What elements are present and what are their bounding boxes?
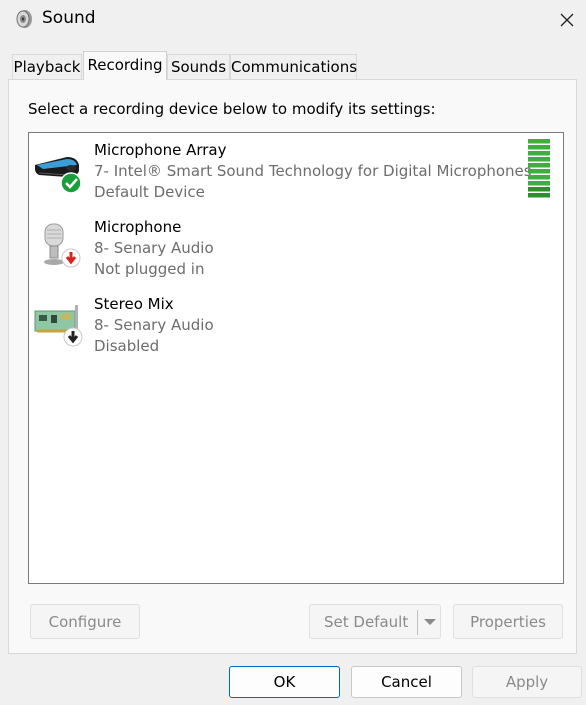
meter-segment [528,157,550,162]
device-description: 8- Senary Audio [94,239,214,257]
title-bar: Sound [0,0,586,40]
apply-button[interactable]: Apply [472,666,582,698]
configure-button[interactable]: Configure [30,604,140,639]
device-microphone-array[interactable]: Microphone Array 7- Intel® Smart Sound T… [29,135,563,205]
microphone-icon [33,220,85,272]
cancel-button[interactable]: Cancel [351,666,462,698]
meter-segment [528,181,550,186]
level-meter [528,139,550,199]
meter-segment [528,169,550,174]
ok-button[interactable]: OK [229,666,340,698]
device-name: Stereo Mix [94,295,174,313]
device-description: 8- Senary Audio [94,316,214,334]
microphone-array-icon [33,143,85,195]
meter-segment [528,145,550,150]
meter-segment [528,193,550,198]
tab-recording[interactable]: Recording [83,51,167,80]
instruction-text: Select a recording device below to modif… [28,100,436,118]
device-name: Microphone [94,218,182,236]
properties-button[interactable]: Properties [453,604,563,639]
device-name: Microphone Array [94,141,227,159]
device-status: Not plugged in [94,260,205,278]
split-divider [417,610,418,635]
tab-playback[interactable]: Playback [12,54,82,79]
tab-communications[interactable]: Communications [230,54,357,79]
speaker-icon [12,8,34,30]
meter-segment [528,151,550,156]
device-list[interactable]: Microphone Array 7- Intel® Smart Sound T… [28,132,564,584]
meter-segment [528,139,550,144]
meter-segment [528,175,550,180]
device-status: Default Device [94,183,205,201]
meter-segment [528,163,550,168]
close-icon [560,13,574,27]
sound-card-icon [33,297,85,349]
tab-sounds[interactable]: Sounds [167,54,230,79]
device-description: 7- Intel® Smart Sound Technology for Dig… [94,162,532,180]
window-title: Sound [42,8,96,28]
chevron-down-icon[interactable] [422,615,438,629]
default-check-badge-icon [60,172,82,194]
device-microphone[interactable]: Microphone 8- Senary Audio Not plugged i… [29,212,563,282]
set-default-button[interactable]: Set Default [309,604,441,639]
close-button[interactable] [548,0,586,40]
recording-panel: Select a recording device below to modif… [8,79,577,654]
meter-segment [528,187,550,192]
device-stereo-mix[interactable]: Stereo Mix 8- Senary Audio Disabled [29,289,563,359]
device-status: Disabled [94,337,160,355]
